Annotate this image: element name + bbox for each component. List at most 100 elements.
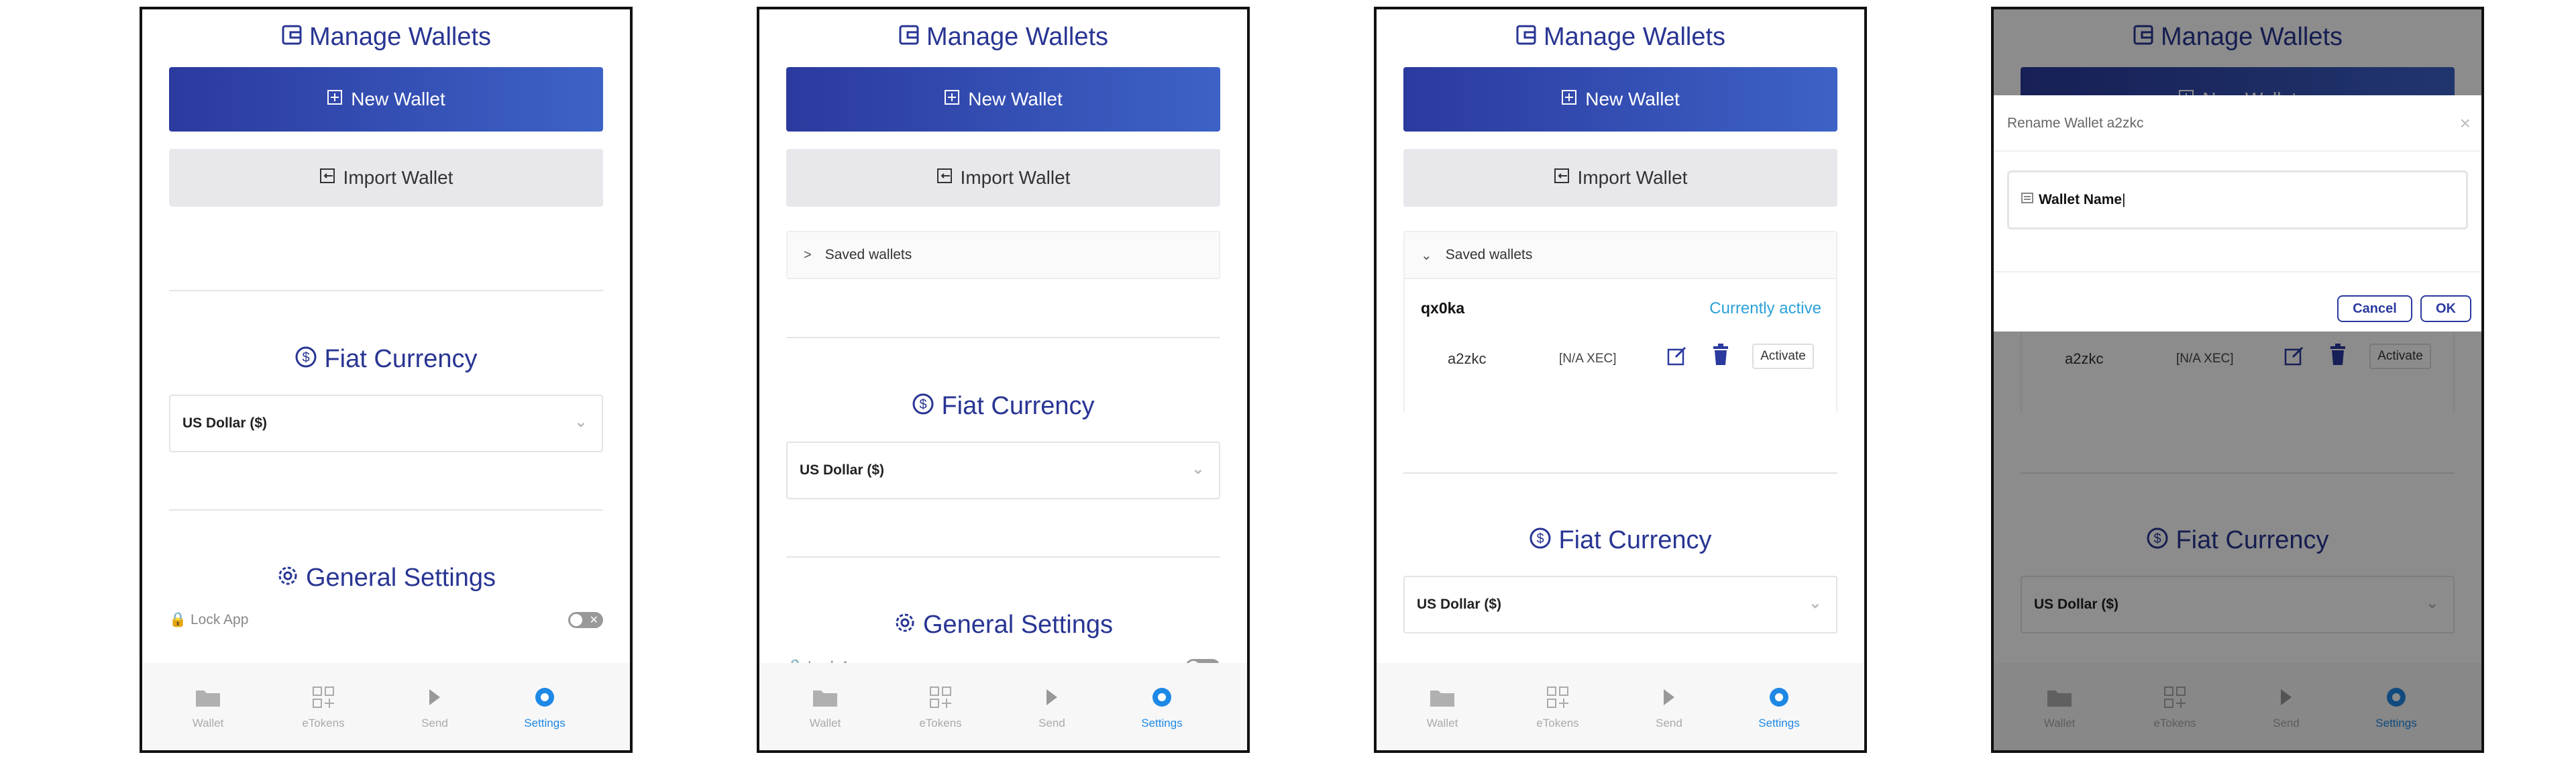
nav-wallet[interactable]: Wallet	[785, 683, 865, 730]
new-wallet-button[interactable]: New Wallet	[786, 67, 1220, 132]
rename-wallet-modal: Rename Wallet a2zkc × Wallet Name | Cance…	[1994, 95, 2481, 332]
wallet-icon	[281, 23, 303, 52]
chevron-down-icon: ⌄	[1809, 595, 1821, 611]
grid-plus-icon	[1517, 683, 1598, 711]
cancel-button[interactable]: Cancel	[2337, 295, 2412, 322]
edit-icon[interactable]	[1666, 345, 1688, 370]
chevron-down-icon: ⌄	[1421, 248, 1432, 263]
gear-icon	[1122, 683, 1202, 711]
screen-3: Manage Wallets New Wallet Import Wallet …	[1374, 7, 1867, 753]
fiat-currency-heading: $ Fiat Currency	[169, 345, 603, 375]
dollar-circle-icon: $	[912, 393, 934, 422]
trash-icon[interactable]	[1711, 344, 1731, 370]
bottom-nav: Wallet eTokens Send Settings	[1377, 663, 1864, 750]
general-settings-heading: General Settings	[169, 564, 603, 594]
fiat-currency-select[interactable]: US Dollar ($) ⌄	[786, 442, 1220, 499]
divider	[1403, 472, 1837, 474]
wallet-name: a2zkc	[1448, 350, 1487, 367]
divider	[1994, 271, 2481, 272]
fiat-currency-select[interactable]: US Dollar ($) ⌄	[169, 395, 603, 452]
fiat-currency-heading: $ Fiat Currency	[1403, 526, 1837, 556]
svg-text:$: $	[920, 397, 927, 412]
lock-app-toggle[interactable]: ✕	[568, 612, 603, 628]
divider	[786, 337, 1220, 338]
plus-square-icon	[327, 89, 343, 110]
activate-button[interactable]: Activate	[1752, 344, 1814, 369]
svg-text:$: $	[1537, 531, 1544, 546]
lock-icon: 🔒	[169, 612, 187, 627]
active-wallet-name: qx0ka	[1421, 299, 1465, 317]
plus-square-icon	[944, 89, 960, 110]
import-wallet-button[interactable]: Import Wallet	[169, 149, 603, 207]
divider	[786, 556, 1220, 558]
chevron-right-icon: >	[804, 247, 812, 262]
play-icon	[1629, 683, 1709, 711]
saved-wallets-collapse[interactable]: > Saved wallets	[786, 231, 1220, 279]
screen-1: Manage Wallets New Wallet Import Wallet …	[140, 7, 633, 753]
saved-wallets-collapse[interactable]: ⌄ Saved wallets qx0ka Currently active a…	[1403, 231, 1837, 413]
bottom-nav: Wallet eTokens Send Settings	[142, 663, 630, 750]
divider	[169, 509, 603, 511]
svg-text:$: $	[303, 350, 310, 365]
manage-wallets-heading: Manage Wallets	[786, 23, 1220, 52]
ok-button[interactable]: OK	[2420, 295, 2471, 322]
nav-send[interactable]: Send	[394, 683, 475, 730]
plus-square-icon	[1561, 89, 1577, 110]
fiat-currency-heading: $ Fiat Currency	[786, 392, 1220, 422]
import-wallet-button[interactable]: Import Wallet	[786, 149, 1220, 207]
manage-wallets-heading: Manage Wallets	[169, 23, 603, 52]
divider	[1994, 150, 2481, 152]
dollar-circle-icon: $	[1529, 527, 1552, 556]
folder-icon	[1402, 683, 1483, 711]
new-wallet-button[interactable]: New Wallet	[169, 67, 603, 132]
chevron-down-icon: ⌄	[574, 413, 587, 430]
gear-icon	[1739, 683, 1819, 711]
lock-app-row: 🔒 Lock App ✕	[169, 612, 603, 628]
play-icon	[394, 683, 475, 711]
gear-icon	[504, 683, 585, 711]
import-icon	[319, 167, 335, 189]
fiat-currency-select[interactable]: US Dollar ($) ⌄	[1403, 576, 1837, 633]
currently-active-label: Currently active	[1709, 299, 1821, 317]
import-icon	[1554, 167, 1570, 189]
screen-4: Manage Wallets New Wallet Import Wallet …	[1991, 7, 2484, 753]
divider	[169, 290, 603, 291]
gear-icon	[276, 564, 299, 594]
nav-wallet[interactable]: Wallet	[168, 683, 248, 730]
chevron-down-icon: ⌄	[1191, 460, 1204, 477]
modal-title: Rename Wallet a2zkc	[2007, 115, 2144, 131]
dollar-circle-icon: $	[294, 346, 317, 375]
import-wallet-button[interactable]: Import Wallet	[1403, 149, 1837, 207]
wallet-icon	[2021, 192, 2033, 208]
nav-settings[interactable]: Settings	[504, 683, 585, 730]
nav-send[interactable]: Send	[1629, 683, 1709, 730]
new-wallet-button[interactable]: New Wallet	[1403, 67, 1837, 132]
saved-wallets-header[interactable]: > Saved wallets	[788, 232, 1219, 278]
wallet-name-input[interactable]: Wallet Name |	[2007, 170, 2468, 230]
screen-2: Manage Wallets New Wallet Import Wallet …	[757, 7, 1250, 753]
close-icon[interactable]: ×	[2460, 113, 2471, 134]
folder-icon	[785, 683, 865, 711]
wallet-balance: [N/A XEC]	[1559, 352, 1617, 366]
grid-plus-icon	[900, 683, 981, 711]
bottom-nav: Wallet eTokens Send Settings	[759, 663, 1247, 750]
folder-icon	[168, 683, 248, 711]
nav-settings[interactable]: Settings	[1122, 683, 1202, 730]
play-icon	[1012, 683, 1092, 711]
nav-etokens[interactable]: eTokens	[900, 683, 981, 730]
settings-scroll: Manage Wallets New Wallet Import Wallet …	[1377, 9, 1864, 663]
nav-send[interactable]: Send	[1012, 683, 1092, 730]
saved-wallets-header[interactable]: ⌄ Saved wallets	[1405, 232, 1836, 278]
grid-plus-icon	[283, 683, 364, 711]
nav-wallet[interactable]: Wallet	[1402, 683, 1483, 730]
wallet-icon	[898, 23, 920, 52]
wallet-icon	[1515, 23, 1537, 52]
nav-settings[interactable]: Settings	[1739, 683, 1819, 730]
import-icon	[936, 167, 953, 189]
general-settings-heading: General Settings	[786, 611, 1220, 641]
gear-icon	[894, 611, 916, 641]
settings-scroll: Manage Wallets New Wallet Import Wallet …	[142, 9, 630, 663]
nav-etokens[interactable]: eTokens	[1517, 683, 1598, 730]
nav-etokens[interactable]: eTokens	[283, 683, 364, 730]
manage-wallets-heading: Manage Wallets	[1403, 23, 1837, 52]
